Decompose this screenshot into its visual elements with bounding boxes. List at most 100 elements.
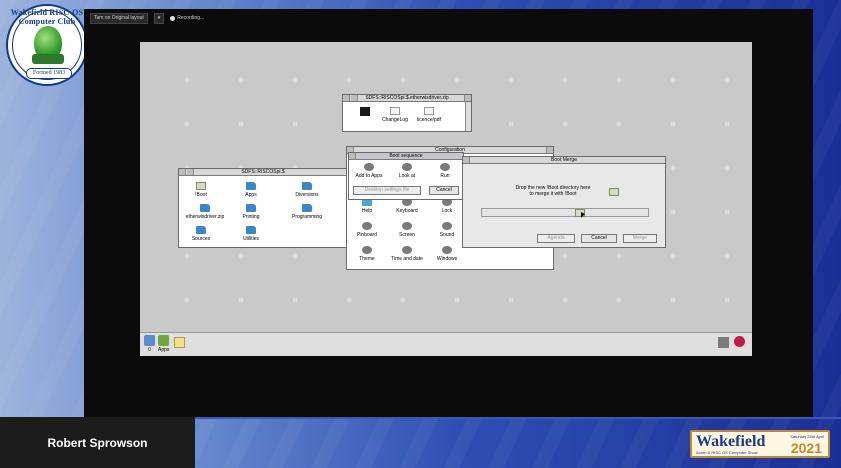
boot-merge-cancel-button[interactable]: Cancel [581, 234, 617, 243]
toggle-size-icon[interactable] [546, 147, 553, 153]
apps-iconbar-item[interactable]: Apps [158, 335, 169, 353]
config-help[interactable]: Help [347, 198, 387, 214]
run-action[interactable]: Run [425, 163, 465, 179]
ethernet-window-titlebar[interactable]: SDFS::RISCOSpi.$.etherwisdriver.zip [343, 95, 471, 102]
close-icon[interactable] [187, 169, 194, 175]
item-label: Keyboard [396, 208, 418, 214]
close-icon[interactable] [351, 95, 358, 101]
boot-sequence-cancel-button[interactable]: Cancel [429, 186, 459, 195]
boot-merge-message: Drop the new !Boot directory here to mer… [503, 185, 603, 197]
layout-dropdown-icon[interactable]: ▾ [153, 12, 165, 24]
record-icon [170, 15, 176, 21]
config-windows[interactable]: Windows [427, 246, 467, 262]
toggle-size-icon[interactable] [464, 95, 471, 101]
close-icon[interactable] [463, 157, 470, 163]
add-apps-icon [364, 163, 374, 171]
folder-icon [246, 182, 256, 190]
boot-merge-body: Drop the new !Boot directory here to mer… [463, 164, 665, 247]
config-screen[interactable]: Screen [387, 222, 427, 238]
badge-year: 2021 [790, 440, 822, 456]
config-theme[interactable]: Theme [347, 246, 387, 262]
config-lock[interactable]: Lock [427, 198, 467, 214]
item-label: Apps [245, 192, 257, 198]
item-label: !Boot [195, 192, 207, 198]
riscos-desktop[interactable]: SDFS::RISCOSpi.$.etherwisdriver.zip Chan… [140, 42, 752, 356]
config-keyboard[interactable]: Keyboard [387, 198, 427, 214]
ethernet-window[interactable]: SDFS::RISCOSpi.$.etherwisdriver.zip Chan… [342, 94, 472, 132]
ethernet-window-body: ChangeLog licence/pdf [343, 102, 471, 131]
printing-item[interactable]: Printing [231, 204, 271, 220]
boot-sequence-window[interactable]: Boot sequence Add to Apps Look at Run De… [348, 152, 464, 200]
pinboard-icon [362, 222, 372, 230]
recording-label: Recording... [177, 15, 205, 21]
config-pinboard[interactable]: Pinboard [347, 222, 387, 238]
boot-merge-drop-field[interactable] [481, 208, 649, 217]
boot-sequence-body: Add to Apps Look at Run Desktop settings… [349, 160, 463, 199]
sd-drive-item[interactable]: 0 [144, 335, 155, 353]
etherwis-item[interactable]: etherwisdriver.zip [181, 204, 229, 220]
layout-select[interactable]: Tam on Original layout [90, 12, 148, 24]
recording-indicator[interactable]: Recording... [170, 15, 204, 21]
archive-icon [360, 107, 370, 116]
theme-icon [362, 246, 372, 254]
display-icon [718, 337, 729, 348]
drive-label: 0 [148, 347, 151, 353]
root-directory-window[interactable]: SDFS::RISCOSpi.$ !Boot Apps Diversions e… [178, 168, 348, 248]
item-label: Screen [399, 232, 415, 238]
document-icon [390, 107, 400, 115]
badge-subtitle: Acorn & RISC OS Computer Show [696, 450, 758, 455]
filer-icon [174, 337, 185, 348]
presenter-name: Robert Sprowson [47, 435, 148, 450]
item-label: Sound [439, 232, 455, 238]
boot-merge-titlebar[interactable]: Boot Merge [463, 157, 665, 164]
acorn-cup-icon [32, 54, 64, 64]
config-sound[interactable]: Sound [427, 222, 467, 238]
close-icon[interactable] [349, 153, 356, 159]
root-window-titlebar[interactable]: SDFS::RISCOSpi.$ [179, 169, 347, 176]
look-at-action[interactable]: Look at [387, 163, 427, 179]
display-iconbar-item[interactable] [718, 337, 729, 349]
sources-item[interactable]: Sources [181, 226, 221, 242]
boot-merge-window[interactable]: Boot Merge Drop the new !Boot directory … [462, 156, 666, 248]
boot-drop-target-icon[interactable] [609, 188, 619, 196]
programming-item[interactable]: Programming [287, 204, 327, 220]
raspberry-pi-item[interactable] [734, 336, 745, 348]
folder-icon [302, 204, 312, 212]
look-at-icon [402, 163, 412, 171]
item-label: Run [440, 173, 450, 179]
back-icon[interactable] [179, 169, 186, 175]
message-line-2: to merge it with !Boot [529, 191, 577, 197]
run-icon [440, 163, 450, 171]
clock-icon [402, 246, 412, 254]
item-label: Help [361, 208, 373, 214]
utilities-item[interactable]: Utilities [231, 226, 271, 242]
agenda-button[interactable]: Agenda [537, 234, 575, 243]
boot-item[interactable]: !Boot [181, 182, 221, 198]
sound-icon [442, 222, 452, 230]
drive-icon [144, 335, 155, 346]
diversions-item[interactable]: Diversions [287, 182, 327, 198]
item-label: Lock [441, 208, 453, 214]
item-label: Sources [191, 236, 211, 242]
back-icon[interactable] [343, 95, 350, 101]
item-label: licence/pdf [417, 117, 441, 123]
club-logo: Wakefield RISC-OS Computer Club Formed 1… [6, 4, 88, 86]
desktop-settings-button[interactable]: Desktop settings file [353, 186, 421, 195]
event-badge: Wakefield Saturday 24th April 2021 Acorn… [690, 430, 830, 458]
root-window-body: !Boot Apps Diversions etherwisdriver.zip… [179, 176, 347, 247]
item-label: etherwisdriver.zip [185, 214, 225, 220]
ethernet-item[interactable]: licence/pdf [409, 107, 449, 123]
merge-button[interactable]: Merge [623, 234, 657, 243]
filer-iconbar-item[interactable] [174, 337, 185, 349]
boot-sequence-titlebar[interactable]: Boot sequence [349, 153, 463, 160]
vertical-scrollbar[interactable] [465, 102, 471, 131]
item-label: Pinboard [356, 232, 377, 238]
apps-item[interactable]: Apps [231, 182, 271, 198]
folder-icon [200, 204, 210, 212]
logo-text: Wakefield RISC-OS Computer Club [10, 8, 84, 26]
boot-app-icon [196, 182, 206, 190]
ethernet-window-title: SDFS::RISCOSpi.$.etherwisdriver.zip [365, 95, 449, 101]
meeting-toolbar: Tam on Original layout ▾ Recording... [90, 12, 204, 24]
add-to-apps-action[interactable]: Add to Apps [349, 163, 389, 179]
config-time-date[interactable]: Time and date [387, 246, 427, 262]
